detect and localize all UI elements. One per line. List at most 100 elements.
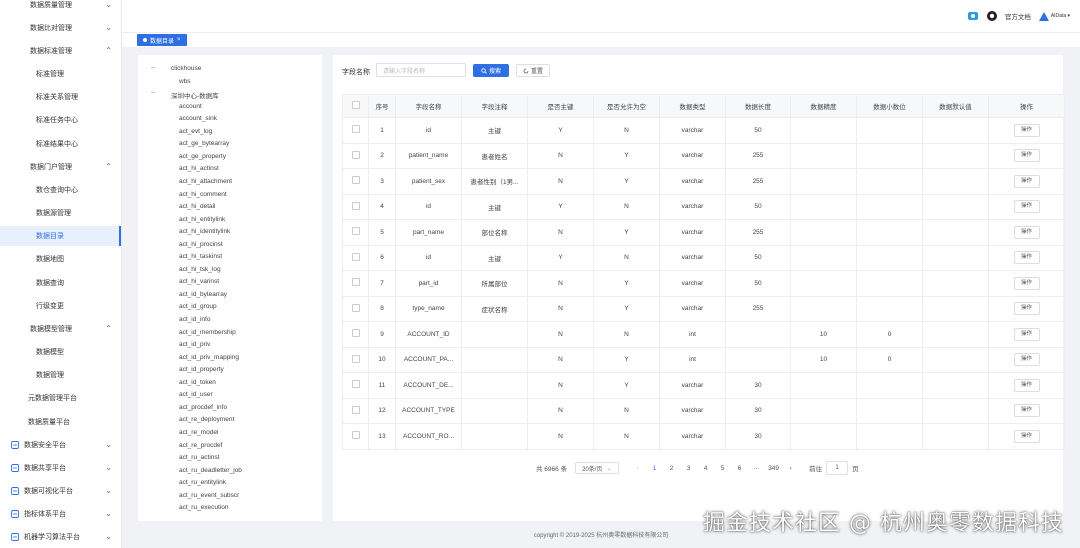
github-icon[interactable] xyxy=(986,11,997,21)
tree-node[interactable]: act_id_group xyxy=(179,303,217,310)
row-checkbox[interactable] xyxy=(342,168,369,195)
tree-node[interactable]: act_hi_varinst xyxy=(179,278,219,285)
tree-node[interactable]: act_id_token xyxy=(179,379,216,386)
page-size-select[interactable]: 20条/页 ⌄ xyxy=(575,462,620,474)
tree-node[interactable]: act_hi_tsk_log xyxy=(179,266,221,273)
operate-button[interactable]: 操作 xyxy=(1013,327,1040,341)
sidebar-item[interactable]: 数据质量平台 xyxy=(0,412,121,432)
tree-node[interactable]: act_re_deployment xyxy=(179,416,234,423)
search-button[interactable]: 搜索 xyxy=(473,64,509,77)
tree-node[interactable]: act_ge_bytearray xyxy=(179,140,229,147)
row-checkbox[interactable] xyxy=(342,219,369,246)
sidebar-item[interactable]: 数据查询 xyxy=(0,273,121,293)
tree-node[interactable]: 深圳中心-数据库 xyxy=(171,90,219,100)
tree-node[interactable]: act_id_info xyxy=(179,316,210,323)
sidebar-item[interactable]: 标准结果中心 xyxy=(0,134,121,154)
sidebar-item[interactable]: 数据共享平台 ⌄ xyxy=(0,458,121,478)
page-number-button[interactable]: 5 xyxy=(714,465,731,472)
page-number-button[interactable]: 3 xyxy=(680,465,697,472)
row-checkbox[interactable] xyxy=(342,397,369,424)
search-input[interactable]: 请输入字段名称 xyxy=(376,63,466,77)
select-all-checkbox[interactable] xyxy=(342,94,369,118)
sidebar-item[interactable]: 标准任务中心 xyxy=(0,110,121,130)
docs-link[interactable]: 官方文档 xyxy=(1005,11,1031,21)
sidebar-item[interactable]: 行级变更 xyxy=(0,296,121,316)
tree-node[interactable]: act_ru_entitylink xyxy=(179,479,226,486)
sidebar-item[interactable]: 数据可视化平台 ⌄ xyxy=(0,481,121,501)
sidebar-item[interactable]: 数据源管理 xyxy=(0,203,121,223)
operate-button[interactable]: 操作 xyxy=(1013,149,1040,163)
tree-node[interactable]: act_procdef_info xyxy=(179,404,227,411)
tab-data-catalog[interactable]: 数据目录 × xyxy=(137,34,187,46)
tree-node[interactable]: act_hi_taskinst xyxy=(179,253,222,260)
sidebar-item[interactable]: 标准管理 xyxy=(0,64,121,84)
sidebar-item[interactable]: 数据安全平台 ⌄ xyxy=(0,435,121,455)
tree-node[interactable]: act_hi_identitylink xyxy=(179,228,230,235)
tree-node[interactable]: account xyxy=(179,103,202,110)
sidebar-item[interactable]: 数据模型 xyxy=(0,342,121,362)
operate-button[interactable]: 操作 xyxy=(1013,353,1040,367)
tree-node[interactable]: act_ru_event_subscr xyxy=(179,492,239,499)
next-page-button[interactable]: › xyxy=(782,465,799,472)
row-checkbox[interactable] xyxy=(342,117,369,144)
row-checkbox[interactable] xyxy=(342,244,369,271)
page-number-button[interactable]: 6 xyxy=(731,465,748,472)
tree-node[interactable]: act_hi_entitylink xyxy=(179,216,225,223)
page-number-button[interactable]: 1 xyxy=(646,465,663,472)
sidebar-item[interactable]: 数据地图 xyxy=(0,249,121,269)
operate-button[interactable]: 操作 xyxy=(1013,276,1040,290)
page-number-button[interactable]: 2 xyxy=(663,465,680,472)
tab-close-icon[interactable]: × xyxy=(177,37,181,43)
tree-node[interactable]: act_re_procdef xyxy=(179,442,222,449)
sidebar-item[interactable]: 指标体系平台 ⌄ xyxy=(0,504,121,524)
operate-button[interactable]: 操作 xyxy=(1013,225,1040,239)
sidebar-item[interactable]: 数据标准管理 ⌃ xyxy=(0,41,121,61)
tree-node[interactable]: act_ru_actinst xyxy=(179,454,219,461)
tree-node[interactable]: act_hi_comment xyxy=(179,191,227,198)
row-checkbox[interactable] xyxy=(342,423,369,450)
tree-collapse-icon[interactable]: – xyxy=(151,89,155,96)
tree-node[interactable]: act_ru_deadletter_job xyxy=(179,467,242,474)
sidebar-item[interactable]: 数据门户管理 ⌃ xyxy=(0,157,121,177)
row-checkbox[interactable] xyxy=(342,321,369,348)
tree-node[interactable]: act_id_priv_mapping xyxy=(179,354,239,361)
reset-button[interactable]: 重置 xyxy=(516,64,550,77)
tree-node[interactable]: act_evt_log xyxy=(179,128,212,135)
operate-button[interactable]: 操作 xyxy=(1013,200,1040,214)
page-number-button[interactable]: 4 xyxy=(697,465,714,472)
operate-button[interactable]: 操作 xyxy=(1013,378,1040,392)
tree-node[interactable]: act_id_bytearray xyxy=(179,291,227,298)
tree-node[interactable]: act_hi_procinst xyxy=(179,241,223,248)
tree-node[interactable]: act_re_model xyxy=(179,429,218,436)
row-checkbox[interactable] xyxy=(342,372,369,399)
row-checkbox[interactable] xyxy=(342,346,369,373)
tree-node[interactable]: act_hi_attachment xyxy=(179,178,232,185)
tree-node[interactable]: act_id_priv xyxy=(179,341,210,348)
row-checkbox[interactable] xyxy=(342,270,369,297)
operate-button[interactable]: 操作 xyxy=(1013,404,1040,418)
operate-button[interactable]: 操作 xyxy=(1013,429,1040,443)
sidebar-item[interactable]: 数据质量管理 ⌄ xyxy=(0,0,121,15)
tree-node[interactable]: wbs xyxy=(179,78,191,85)
sidebar-item[interactable]: 数据比对管理 ⌄ xyxy=(0,18,121,38)
tree-node[interactable]: act_ru_execution xyxy=(179,504,229,511)
sidebar-item[interactable]: 数仓查询中心 xyxy=(0,180,121,200)
operate-button[interactable]: 操作 xyxy=(1013,123,1040,137)
tree-node[interactable]: act_id_property xyxy=(179,366,224,373)
sidebar-item[interactable]: 数据目录 xyxy=(0,226,121,246)
sidebar-item[interactable]: 元数据管理平台 xyxy=(0,388,121,408)
tree-node[interactable]: act_id_membership xyxy=(179,329,236,336)
sidebar-item[interactable]: 数据模型管理 ⌃ xyxy=(0,319,121,339)
row-checkbox[interactable] xyxy=(342,142,369,169)
sidebar-item[interactable]: 数据管理 xyxy=(0,365,121,385)
operate-button[interactable]: 操作 xyxy=(1013,174,1040,188)
app-icon[interactable] xyxy=(967,10,979,22)
row-checkbox[interactable] xyxy=(342,193,369,220)
tree-node[interactable]: act_hi_detail xyxy=(179,203,216,210)
tree-collapse-icon[interactable]: – xyxy=(151,64,155,71)
tree-node[interactable]: act_ge_property xyxy=(179,153,226,160)
goto-input[interactable]: 1 xyxy=(826,461,849,475)
tree-node[interactable]: clickhouse xyxy=(171,65,201,72)
page-number-button[interactable]: 349 xyxy=(765,465,782,472)
prev-page-button[interactable]: ‹ xyxy=(629,465,646,472)
